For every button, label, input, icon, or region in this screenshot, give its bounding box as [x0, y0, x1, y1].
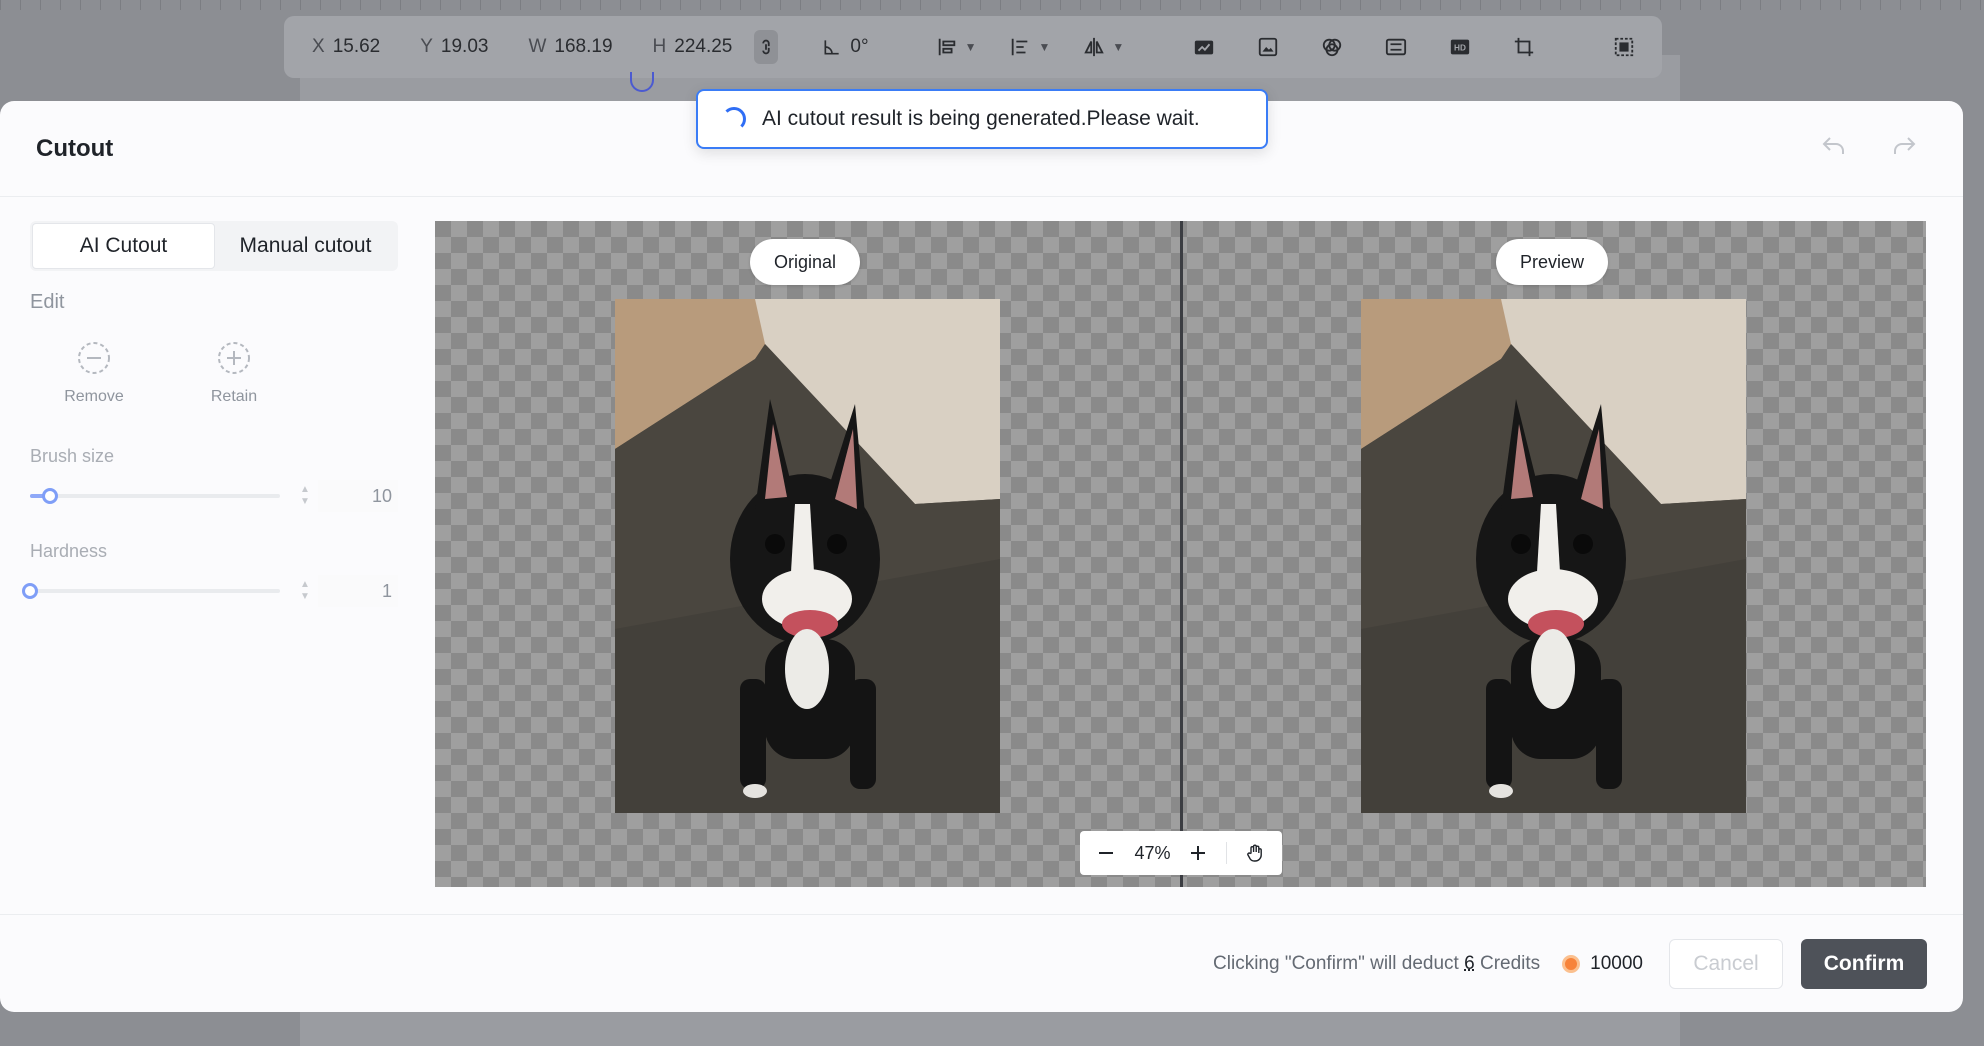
deduct-amount: 6: [1464, 952, 1475, 974]
edit-tools: Remove Retain: [30, 340, 398, 406]
brush-size-label: Brush size: [30, 446, 115, 466]
frame-image-icon[interactable]: [1256, 36, 1280, 58]
align-icon[interactable]: [1008, 36, 1032, 58]
cancel-button[interactable]: Cancel: [1669, 938, 1783, 989]
undo-button[interactable]: [1819, 131, 1849, 161]
select-area-icon[interactable]: [1612, 36, 1636, 58]
zoom-out-button[interactable]: [1093, 840, 1119, 866]
hand-icon: [1247, 844, 1263, 862]
flip-icon[interactable]: [1082, 36, 1106, 58]
svg-text:HD: HD: [1454, 44, 1466, 53]
history-actions: [1819, 131, 1919, 161]
chevron-down-icon[interactable]: ▼: [965, 40, 977, 54]
redo-button[interactable]: [1889, 131, 1919, 161]
brush-size-input[interactable]: [318, 480, 398, 512]
brush-size-stepper[interactable]: ▲ ▼: [300, 484, 310, 508]
rotation-field[interactable]: 0°: [822, 36, 869, 58]
x-field[interactable]: X 15.62: [312, 36, 380, 58]
tab-manual-cutout[interactable]: Manual cutout: [215, 223, 396, 269]
h-field[interactable]: H 224.25: [653, 36, 733, 58]
deduct-suffix: Credits: [1479, 952, 1541, 974]
edit-label: Edit: [30, 291, 65, 313]
h-label: H: [652, 36, 667, 57]
editor-toolbar: X 15.62 Y 19.03 W 168.19 H 224.25 0° ▼ ▼ ▼ H…: [284, 16, 1662, 78]
preview-badge: Preview: [1496, 239, 1609, 285]
plus-circle-icon: [218, 342, 250, 374]
loading-toast: AI cutout result is being generated.Plea…: [696, 89, 1268, 149]
y-field[interactable]: Y 19.03: [420, 36, 488, 58]
x-label: X: [312, 36, 325, 57]
adjust-icon[interactable]: [1384, 36, 1408, 58]
compare-divider[interactable]: [1180, 221, 1183, 887]
chevron-down-icon[interactable]: ▼: [1112, 40, 1124, 54]
hardness-control: Hardness ▲ ▼: [22, 541, 398, 607]
modal-footer: Clicking "Confirm" will deduct 6 Credits…: [0, 914, 1963, 1012]
coin-icon: [1562, 954, 1581, 973]
hardness-thumb[interactable]: [22, 583, 38, 599]
layer-order-icon[interactable]: [935, 36, 959, 58]
zoom-controls: 47%: [1080, 831, 1282, 875]
hardness-label: Hardness: [30, 541, 108, 561]
brush-size-slider[interactable]: [30, 488, 280, 504]
remove-tool-label: Remove: [64, 388, 124, 405]
hardness-input[interactable]: [318, 575, 398, 607]
original-image: [615, 299, 1000, 813]
rotation-value: 0°: [850, 36, 869, 57]
crop-icon[interactable]: [1512, 36, 1536, 58]
minus-icon: [1099, 852, 1114, 854]
h-value: 224.25: [674, 36, 733, 57]
angle-icon: [824, 40, 840, 55]
plus-icon: [1191, 846, 1206, 860]
toast-message: AI cutout result is being generated.Plea…: [762, 107, 1200, 130]
undo-icon: [1822, 137, 1844, 154]
cutout-canvas[interactable]: Original Preview 47%: [435, 221, 1926, 887]
credit-balance: 10000: [1590, 952, 1643, 974]
y-value: 19.03: [440, 36, 489, 57]
hardness-stepper[interactable]: ▲ ▼: [300, 579, 310, 603]
preview-image: [1361, 299, 1746, 813]
chevron-down-icon[interactable]: ▼: [1038, 40, 1050, 54]
deduct-notice: Clicking "Confirm" will deduct 6 Credits: [1213, 953, 1540, 975]
edit-image-icon[interactable]: [1192, 36, 1216, 58]
tab-ai-cutout[interactable]: AI Cutout: [32, 223, 215, 269]
background-ruler: [0, 0, 1984, 10]
retain-tool-button[interactable]: Retain: [194, 340, 274, 406]
cutout-mode-tabs: AI Cutout Manual cutout: [30, 221, 398, 271]
link-icon[interactable]: [754, 30, 779, 64]
zoom-level: 47%: [1134, 842, 1171, 863]
zoom-in-button[interactable]: [1185, 840, 1211, 866]
minus-circle-icon: [78, 342, 110, 374]
w-value: 168.19: [554, 36, 613, 57]
tool-panel: AI Cutout Manual cutout Edit Remove Reta…: [22, 221, 398, 607]
spinner-icon: [722, 107, 746, 131]
retain-tool-label: Retain: [210, 388, 258, 405]
w-label: W: [528, 36, 547, 57]
modal-title: Cutout: [36, 134, 114, 162]
brush-size-thumb[interactable]: [42, 488, 58, 504]
confirm-button[interactable]: Confirm: [1801, 938, 1927, 989]
hardness-slider[interactable]: [22, 583, 280, 599]
deduct-prefix: Clicking "Confirm" will deduct: [1213, 952, 1459, 974]
brush-size-control: Brush size ▲ ▼: [30, 446, 398, 512]
hd-icon[interactable]: HD: [1448, 36, 1472, 58]
pan-button[interactable]: [1242, 840, 1268, 866]
zoom-separator: [1226, 842, 1228, 864]
original-badge: Original: [750, 239, 861, 285]
filter-icon[interactable]: [1320, 36, 1344, 58]
y-label: Y: [420, 36, 433, 57]
cutout-modal: Cutout AI Cutout Manual cutout Edit Remo…: [0, 101, 1963, 1012]
x-value: 15.62: [332, 36, 381, 57]
redo-icon: [1894, 137, 1916, 154]
remove-tool-button[interactable]: Remove: [54, 340, 134, 406]
w-field[interactable]: W 168.19: [528, 36, 612, 58]
